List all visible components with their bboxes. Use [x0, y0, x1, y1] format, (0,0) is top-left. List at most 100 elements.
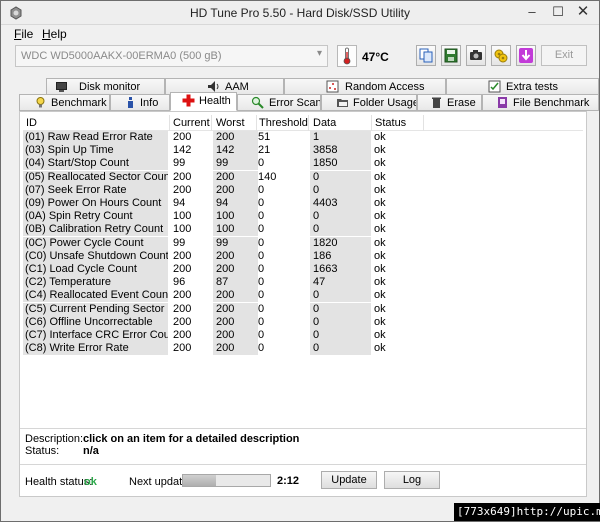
- cell-data: 1: [310, 131, 371, 144]
- cell-id: (03) Spin Up Time: [23, 144, 168, 158]
- menu-bar: File Help: [1, 25, 599, 43]
- table-row[interactable]: (0C) Power Cycle Count 99 99 0 1820 ok: [23, 236, 583, 250]
- save-icon: [444, 48, 458, 63]
- title-bar[interactable]: HD Tune Pro 5.50 - Hard Disk/SSD Utility…: [1, 1, 599, 25]
- cell-threshold: 0: [258, 276, 265, 289]
- cell-worst: 94: [213, 197, 258, 210]
- table-row[interactable]: (0A) Spin Retry Count 100 100 0 0 ok: [23, 210, 583, 224]
- log-button[interactable]: Log: [384, 471, 440, 489]
- cell-worst: 200: [213, 289, 258, 303]
- info-icon: [128, 97, 133, 108]
- cell-status: ok: [374, 144, 386, 157]
- cell-data: 186: [310, 249, 371, 263]
- table-row[interactable]: (03) Spin Up Time 142 142 21 3858 ok: [23, 144, 583, 158]
- camera-icon: [470, 50, 482, 60]
- table-row[interactable]: (C7) Interface CRC Error Count 200 200 0 0 ok: [23, 329, 583, 342]
- col-worst[interactable]: Worst: [216, 117, 245, 129]
- cell-data: 47: [310, 276, 371, 290]
- cell-worst: 200: [213, 183, 258, 197]
- cell-threshold: 51: [258, 131, 271, 143]
- cell-status: ok: [374, 263, 386, 275]
- tab-error-scan[interactable]: Error Scan: [237, 94, 321, 111]
- minimize-button[interactable]: ‒: [520, 3, 544, 21]
- drive-select[interactable]: WDC WD5000AAKX-00ERMA0 (500 gB) ▾: [15, 45, 328, 67]
- cell-threshold: 0: [258, 329, 265, 341]
- col-status[interactable]: Status: [375, 117, 406, 129]
- thermometer-icon: [337, 45, 357, 67]
- cell-id: (C4) Reallocated Event Count: [23, 289, 168, 303]
- cell-current: 200: [173, 302, 192, 315]
- col-data[interactable]: Data: [313, 117, 336, 129]
- table-row[interactable]: (09) Power On Hours Count 94 94 0 4403 ok: [23, 197, 583, 210]
- tab-info[interactable]: Info: [110, 94, 170, 111]
- table-row[interactable]: (C6) Offline Uncorrectable 200 200 0 0 ok: [23, 315, 583, 329]
- tab-label: Error Scan: [269, 97, 321, 109]
- description-value: click on an item for a detailed descript…: [83, 433, 300, 445]
- save-button[interactable]: [441, 45, 461, 66]
- smart-table: (01) Raw Read Error Rate 200 200 51 1 ok (03) …: [23, 131, 583, 356]
- table-row[interactable]: (0B) Calibration Retry Count 100 100 0 0 ok: [23, 223, 583, 237]
- tab-health[interactable]: Health: [170, 92, 237, 111]
- col-divider[interactable]: [423, 115, 424, 131]
- window-title: HD Tune Pro 5.50 - Hard Disk/SSD Utility: [189, 6, 411, 20]
- exit-button[interactable]: Exit: [541, 45, 587, 66]
- tab-folder-usage[interactable]: Folder Usage: [321, 94, 417, 111]
- col-divider[interactable]: [169, 115, 170, 131]
- table-row[interactable]: (C8) Write Error Rate 200 200 0 0 ok: [23, 342, 583, 356]
- table-row[interactable]: (01) Raw Read Error Rate 200 200 51 1 ok: [23, 131, 583, 144]
- maximize-button[interactable]: ☐: [546, 3, 570, 21]
- download-button[interactable]: [516, 45, 536, 66]
- random-access-icon: [326, 80, 339, 93]
- copy-button[interactable]: [416, 45, 436, 66]
- cell-current: 200: [173, 131, 192, 143]
- menu-help[interactable]: Help: [42, 27, 67, 41]
- cell-current: 200: [173, 263, 192, 275]
- screenshot-button[interactable]: [466, 45, 486, 66]
- tab-label: Extra tests: [506, 81, 558, 93]
- tab-extra-tests[interactable]: Extra tests: [446, 78, 599, 95]
- cell-status: ok: [374, 236, 386, 249]
- col-id[interactable]: ID: [26, 117, 37, 129]
- table-row[interactable]: (C4) Reallocated Event Count 200 200 0 0 ok: [23, 289, 583, 303]
- close-button[interactable]: ✕: [571, 3, 595, 21]
- divider: [20, 428, 586, 429]
- col-current[interactable]: Current: [173, 117, 210, 129]
- table-row[interactable]: (05) Reallocated Sector Count 200 200 140 0 o…: [23, 170, 583, 184]
- tab-random-access[interactable]: Random Access: [284, 78, 446, 95]
- menu-file[interactable]: File: [14, 27, 33, 41]
- trash-icon: [432, 97, 441, 108]
- cell-data: 1820: [310, 236, 371, 250]
- options-button[interactable]: [491, 45, 511, 66]
- tab-erase[interactable]: Erase: [417, 94, 482, 111]
- disk-monitor-icon: [56, 82, 67, 92]
- tab-disk-monitor[interactable]: Disk monitor: [46, 78, 165, 95]
- table-row[interactable]: (C5) Current Pending Sector 200 200 0 0 ok: [23, 302, 583, 316]
- table-row[interactable]: (C0) Unsafe Shutdown Count 200 200 0 186 ok: [23, 249, 583, 263]
- cell-current: 99: [173, 157, 186, 170]
- cell-status: ok: [374, 223, 386, 236]
- tab-benchmark[interactable]: Benchmark: [19, 94, 110, 111]
- cell-worst: 142: [213, 144, 258, 158]
- smart-table-header: ID Current Worst Threshold Data Status: [23, 115, 583, 131]
- cell-data: 1850: [310, 157, 371, 171]
- col-divider[interactable]: [371, 115, 372, 131]
- cell-threshold: 0: [258, 157, 265, 170]
- table-row[interactable]: (07) Seek Error Rate 200 200 0 0 ok: [23, 183, 583, 197]
- col-threshold[interactable]: Threshold: [259, 117, 308, 129]
- table-row[interactable]: (C1) Load Cycle Count 200 200 0 1663 ok: [23, 263, 583, 276]
- cell-id: (05) Reallocated Sector Count: [23, 170, 168, 184]
- cell-id: (C2) Temperature: [23, 276, 168, 290]
- table-row[interactable]: (04) Start/Stop Count 99 99 0 1850 ok: [23, 157, 583, 171]
- cell-status: ok: [374, 157, 386, 170]
- tab-file-benchmark[interactable]: File Benchmark: [482, 94, 599, 111]
- cell-status: ok: [374, 342, 386, 355]
- col-divider[interactable]: [308, 115, 309, 131]
- cell-current: 94: [173, 197, 186, 209]
- health-panel: ID Current Worst Threshold Data Status (…: [19, 111, 587, 497]
- cell-status: ok: [374, 302, 386, 315]
- table-row[interactable]: (C2) Temperature 96 87 0 47 ok: [23, 276, 583, 290]
- tab-label: Folder Usage: [353, 97, 417, 109]
- update-button[interactable]: Update: [321, 471, 377, 489]
- col-divider[interactable]: [211, 115, 212, 131]
- col-divider[interactable]: [256, 115, 257, 131]
